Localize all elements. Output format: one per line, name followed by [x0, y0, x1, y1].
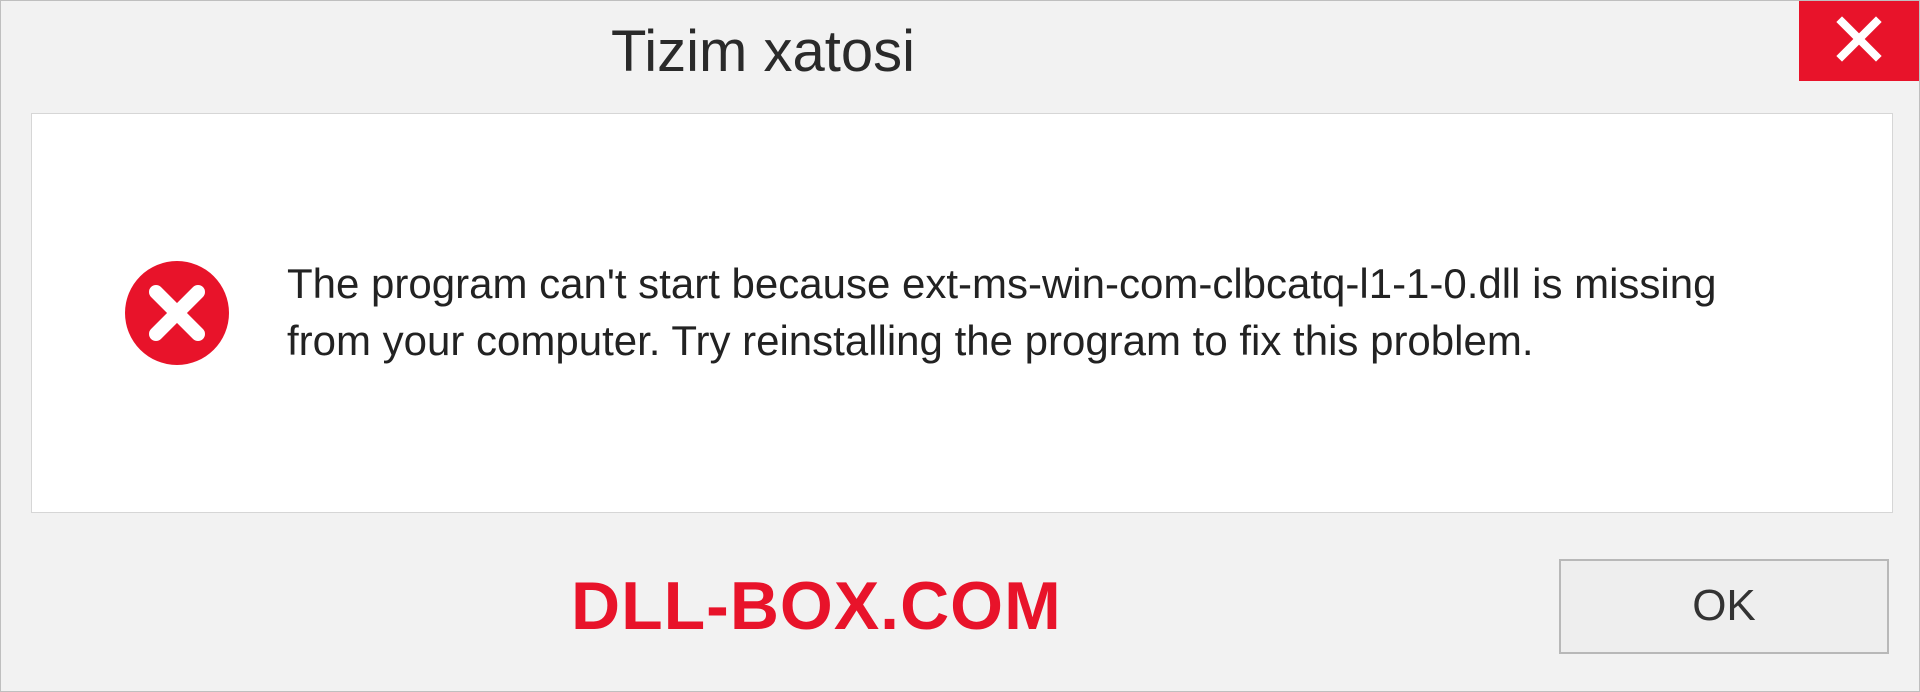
error-message: The program can't start because ext-ms-w…: [287, 256, 1787, 369]
dialog-title: Tizim xatosi: [611, 18, 915, 85]
footer: DLL-BOX.COM OK: [31, 551, 1889, 661]
close-icon: [1836, 16, 1882, 67]
ok-button-label: OK: [1692, 581, 1756, 631]
close-button[interactable]: [1799, 1, 1919, 81]
ok-button[interactable]: OK: [1559, 559, 1889, 654]
watermark-text: DLL-BOX.COM: [31, 567, 1062, 645]
content-panel: The program can't start because ext-ms-w…: [31, 113, 1893, 513]
titlebar: Tizim xatosi: [1, 1, 1919, 101]
error-icon: [122, 258, 232, 368]
